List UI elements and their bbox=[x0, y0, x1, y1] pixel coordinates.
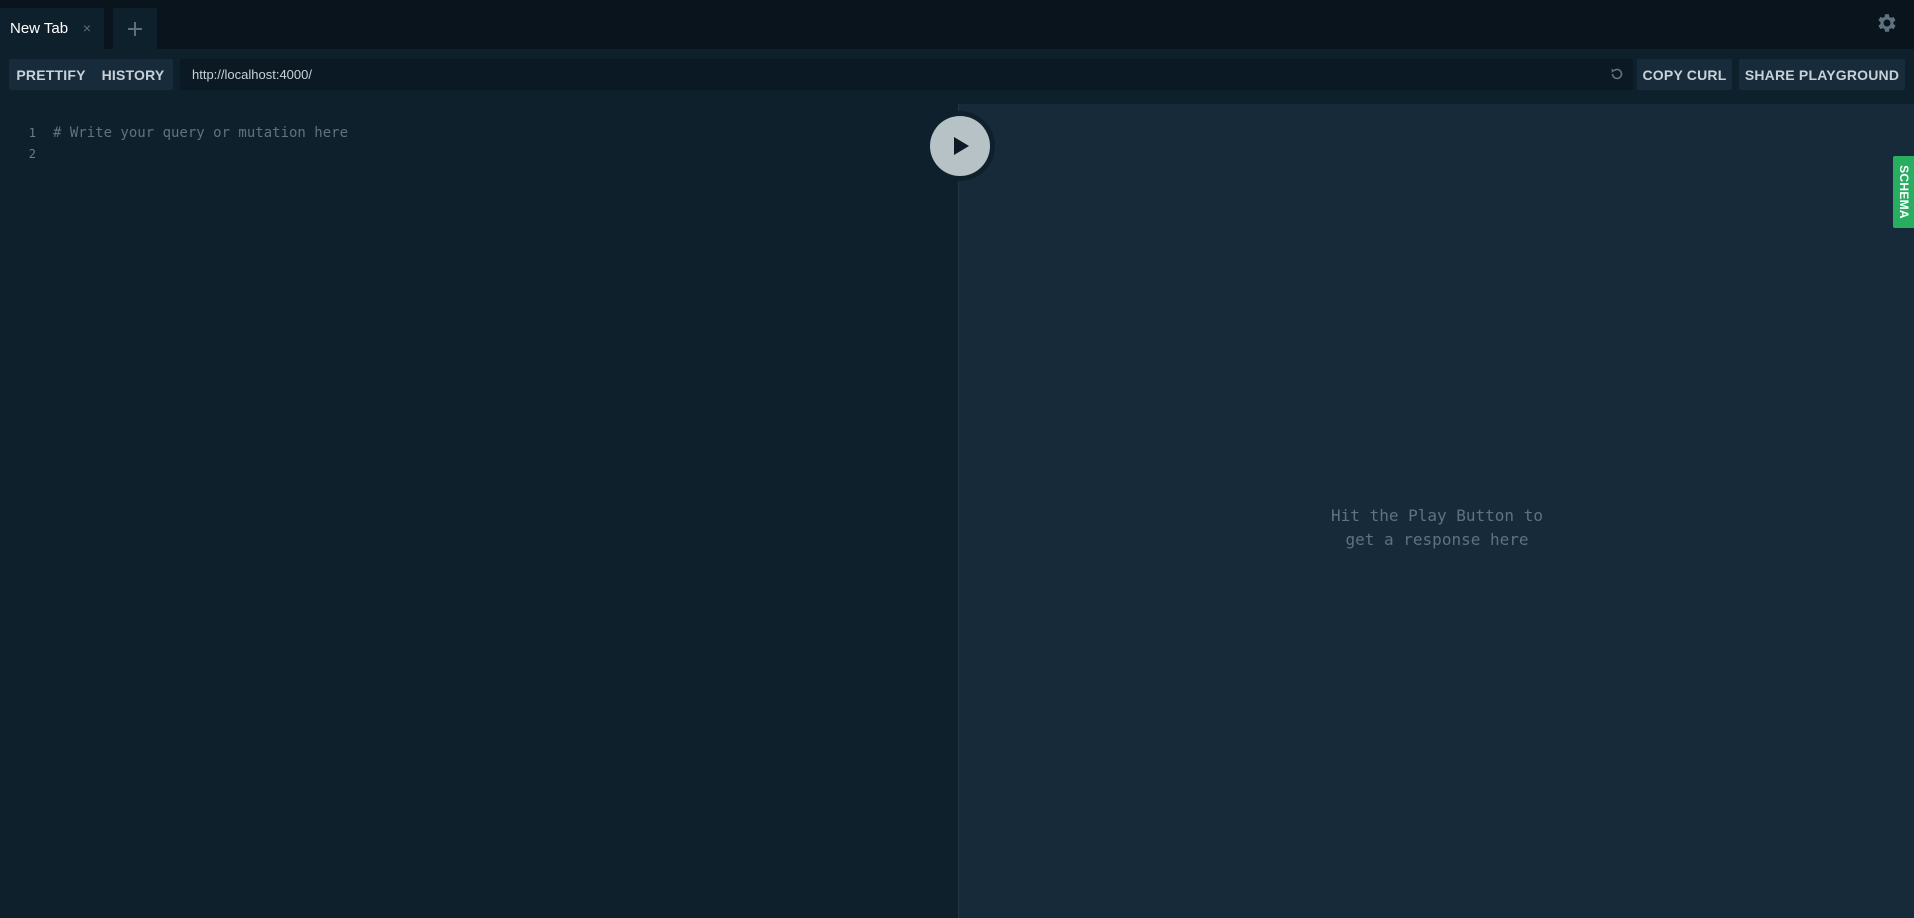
tab-label: New Tab bbox=[10, 20, 69, 37]
copy-curl-button[interactable]: COPY CURL bbox=[1637, 59, 1732, 90]
line-text: # Write your query or mutation here bbox=[53, 125, 349, 141]
endpoint-url-input[interactable]: http://localhost:4000/ bbox=[180, 59, 1633, 90]
history-button[interactable]: HISTORY bbox=[93, 59, 173, 90]
line-number: 1 bbox=[28, 126, 36, 140]
plus-icon bbox=[128, 21, 142, 36]
toolbar: PRETTIFY HISTORY http://localhost:4000/ … bbox=[0, 49, 1914, 104]
result-placeholder-line2: get a response here bbox=[1345, 530, 1529, 549]
reload-icon[interactable] bbox=[1609, 66, 1625, 82]
schema-label: SCHEMA bbox=[1896, 165, 1911, 219]
line-number: 2 bbox=[28, 147, 36, 161]
play-button-face bbox=[930, 116, 990, 176]
result-placeholder: Hit the Play Button to get a response he… bbox=[959, 504, 1914, 552]
gear-icon bbox=[1878, 14, 1896, 32]
query-editor[interactable]: 1 # Write your query or mutation here 2 bbox=[0, 104, 958, 918]
execute-query-button[interactable] bbox=[925, 111, 995, 181]
result-panel: Hit the Play Button to get a response he… bbox=[958, 104, 1914, 918]
tab-new-tab[interactable]: New Tab × bbox=[0, 8, 104, 49]
share-playground-button[interactable]: SHARE PLAYGROUND bbox=[1739, 59, 1905, 90]
editor-line: 2 bbox=[0, 144, 53, 164]
prettify-button[interactable]: PRETTIFY bbox=[9, 59, 93, 90]
graphql-playground: New Tab × PRETTIFY HISTORY http://localh… bbox=[0, 0, 1914, 918]
editor-line: 1 # Write your query or mutation here bbox=[0, 123, 348, 143]
settings-button[interactable] bbox=[1872, 9, 1900, 37]
endpoint-url: http://localhost:4000/ bbox=[192, 67, 312, 82]
schema-tab[interactable]: SCHEMA bbox=[1893, 156, 1914, 228]
add-tab-button[interactable] bbox=[113, 8, 157, 49]
result-placeholder-line1: Hit the Play Button to bbox=[1331, 506, 1543, 525]
play-icon bbox=[954, 137, 969, 155]
close-icon[interactable]: × bbox=[80, 19, 94, 37]
tab-bar: New Tab × bbox=[0, 0, 1914, 49]
